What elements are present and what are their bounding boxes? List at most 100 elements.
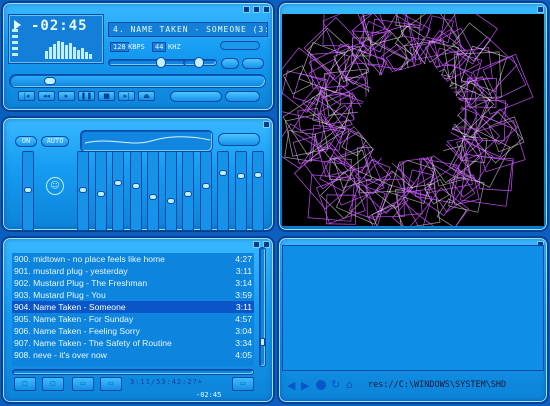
eq-band-knob[interactable]	[254, 172, 262, 178]
eq-band-knob[interactable]	[96, 191, 105, 197]
shade-button[interactable]	[253, 6, 260, 13]
rewind-button[interactable]: ◂◂	[38, 91, 55, 101]
eq-band-knob[interactable]	[131, 183, 140, 189]
eq-band-knob[interactable]	[166, 198, 175, 204]
playlist-row[interactable]: 906. Name Taken - Feeling Sorry 3:04	[12, 325, 254, 337]
video-stop-icon[interactable]	[316, 380, 326, 390]
time-display[interactable]: -02:45	[8, 14, 104, 64]
eq-band-slider[interactable]	[199, 151, 212, 231]
playlist-row[interactable]: 907. Name Taken - The Safety of Routine 3…	[12, 337, 254, 349]
playlist-row-title: 904. Name Taken - Someone	[14, 302, 126, 312]
eq-close-button[interactable]	[263, 121, 270, 128]
previous-button[interactable]: |◂	[18, 91, 35, 101]
eq-band-slider[interactable]	[217, 151, 229, 231]
eq-band-knob[interactable]	[184, 191, 192, 197]
playlist-row[interactable]: 901. mustard plug - yesterday 3:11	[12, 265, 254, 277]
eq-band-knob[interactable]	[219, 170, 227, 176]
playlist-row-title: 907. Name Taken - The Safety of Routine	[14, 338, 172, 348]
play-button[interactable]: ▸	[58, 91, 75, 101]
close-button[interactable]	[263, 6, 270, 13]
eq-band-slider[interactable]	[164, 151, 177, 231]
eq-band-slider[interactable]	[129, 151, 142, 231]
playlist-row-duration: 4:57	[235, 314, 252, 324]
pause-button[interactable]: ❚❚	[78, 91, 95, 101]
eq-preamp-knob[interactable]	[24, 187, 32, 193]
mono-stereo-icon	[220, 41, 260, 50]
vis-close-button[interactable]	[537, 6, 544, 13]
playlist-row-title: 902. Mustard Plug - The Freshman	[14, 278, 148, 288]
song-title: 4. NAME TAKEN - SOMEONE (3:11)	[113, 25, 267, 34]
eq-band-slider[interactable]	[94, 151, 107, 231]
eq-band-slider[interactable]	[112, 151, 124, 231]
eq-band-slider[interactable]	[147, 151, 159, 231]
playlist-mini-time: -02:45	[196, 391, 222, 399]
eq-band-knob[interactable]	[149, 194, 157, 200]
playlist-row[interactable]: 900. midtown - no place feels like home 4…	[12, 253, 254, 265]
select-button[interactable]: ▭	[72, 377, 94, 391]
playlist-row-duration: 3:11	[235, 266, 252, 276]
video-play-icon[interactable]: ▶	[301, 379, 309, 392]
playlist-row-duration: 3:04	[235, 326, 252, 336]
bitrate-value: 128	[110, 42, 129, 52]
minimize-button[interactable]	[243, 6, 250, 13]
clutterbar[interactable]	[12, 29, 18, 59]
balance-thumb[interactable]	[194, 57, 204, 68]
playlist-total-time: 3:11/53:42:27+	[130, 378, 204, 386]
playlist-toggle-button[interactable]	[242, 58, 264, 69]
eq-on-button[interactable]: ON	[15, 136, 37, 147]
eq-toggle-button[interactable]	[221, 58, 239, 69]
playlist-hscrollbar[interactable]	[12, 369, 254, 375]
misc-button[interactable]: ▭	[100, 377, 122, 391]
playlist-row-duration: 4:05	[235, 350, 252, 360]
playlist-list[interactable]: 900. midtown - no place feels like home 4…	[12, 253, 254, 366]
eq-presets-button[interactable]	[218, 133, 260, 146]
shuffle-button[interactable]	[170, 91, 222, 102]
next-button[interactable]: ▸|	[118, 91, 135, 101]
playlist-scrollbar[interactable]	[259, 247, 266, 367]
bitrate-unit: KBPS	[128, 43, 145, 51]
video-refresh-icon[interactable]: ↻	[331, 378, 340, 391]
eject-button[interactable]: ⏏	[138, 91, 155, 101]
eq-auto-button[interactable]: AUTO	[41, 136, 69, 147]
seek-bar[interactable]	[9, 74, 266, 88]
list-options-button[interactable]: ▭	[232, 377, 254, 391]
elapsed-time[interactable]: -02:45	[31, 18, 88, 34]
playlist-row-duration: 3:11	[235, 302, 252, 312]
video-home-icon[interactable]: ⌂	[346, 378, 353, 391]
visualization-display[interactable]	[282, 14, 544, 226]
visualization-canvas	[282, 14, 534, 226]
eq-band-knob[interactable]	[236, 173, 245, 179]
eq-band-knob[interactable]	[201, 183, 210, 189]
playlist-row-title: 908. neve - it's over now	[14, 350, 107, 360]
video-prev-icon[interactable]: ◀	[287, 379, 295, 392]
playlist-row[interactable]: 903. Mustard Plug - You 3:59	[12, 289, 254, 301]
eq-band-knob[interactable]	[79, 187, 87, 193]
eq-preamp-slider[interactable]	[22, 151, 34, 231]
eq-band-slider[interactable]	[252, 151, 264, 231]
playlist-row[interactable]: 908. neve - it's over now 4:05	[12, 349, 254, 361]
playlist-row-title: 905. Name Taken - For Sunday	[14, 314, 134, 324]
stop-button[interactable]: ■	[98, 91, 115, 101]
eq-band-slider[interactable]	[77, 151, 89, 231]
song-title-display[interactable]: 4. NAME TAKEN - SOMEONE (3:11)	[108, 22, 268, 37]
playlist-row[interactable]: 905. Name Taken - For Sunday 4:57	[12, 313, 254, 325]
playlist-row-duration: 3:59	[235, 290, 252, 300]
eq-band-slider[interactable]	[182, 151, 194, 231]
video-screen[interactable]	[282, 245, 544, 371]
video-url: res://C:\WINDOWS\SYSTEM\SHD	[368, 380, 507, 390]
samplerate-unit: KHZ	[168, 43, 181, 51]
playlist-row-duration: 3:34	[235, 338, 252, 348]
playlist-row[interactable]: 904. Name Taken - Someone 3:11	[12, 301, 254, 313]
eq-band-knob[interactable]	[114, 180, 122, 186]
remove-button[interactable]: ▢	[42, 377, 64, 391]
playlist-row[interactable]: 902. Mustard Plug - The Freshman 3:14	[12, 277, 254, 289]
eq-band-slider[interactable]	[234, 151, 247, 231]
playlist-scroll-thumb[interactable]	[260, 338, 265, 346]
balance-slider[interactable]	[183, 57, 217, 68]
playlist-row-duration: 4:27	[235, 254, 252, 264]
repeat-button[interactable]	[225, 91, 260, 102]
playlist-row-title: 900. midtown - no place feels like home	[14, 254, 165, 264]
playlist-row-title: 906. Name Taken - Feeling Sorry	[14, 326, 140, 336]
add-button[interactable]: ▢	[14, 377, 36, 391]
seek-thumb[interactable]	[43, 77, 56, 85]
